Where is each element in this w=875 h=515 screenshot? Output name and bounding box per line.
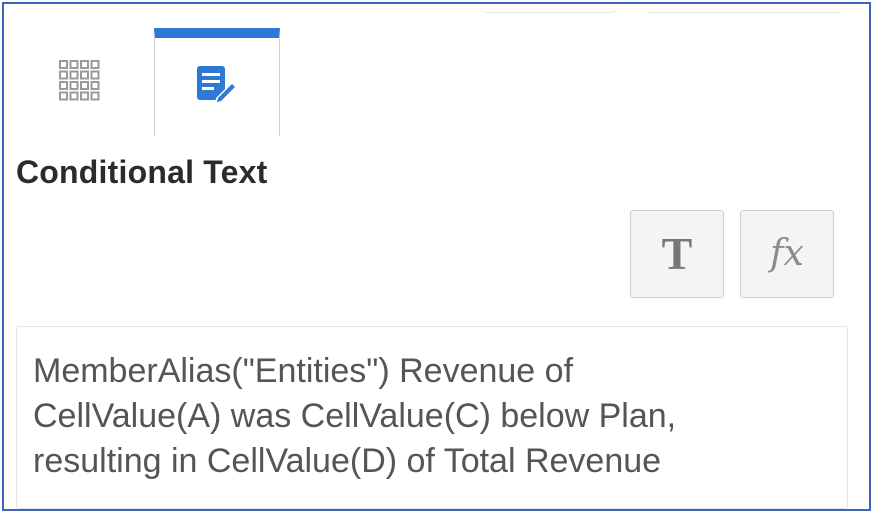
- text-icon: T: [661, 228, 693, 279]
- text-format-button[interactable]: T: [630, 210, 724, 298]
- function-icon: fx: [770, 233, 804, 274]
- top-divider-right: [644, 4, 844, 13]
- formula-button[interactable]: fx: [740, 210, 834, 298]
- grid-icon: [58, 59, 100, 106]
- section-title: Conditional Text: [16, 154, 268, 190]
- conditional-text-editor[interactable]: MemberAlias("Entities") Revenue of CellV…: [16, 326, 848, 509]
- tab-grid[interactable]: [34, 28, 124, 136]
- conditional-text-panel: Conditional Text T fx MemberAlias("Entit…: [2, 2, 871, 511]
- edit-document-icon: [194, 62, 240, 113]
- top-divider-left: [479, 4, 619, 13]
- tab-conditional-text[interactable]: [154, 28, 280, 136]
